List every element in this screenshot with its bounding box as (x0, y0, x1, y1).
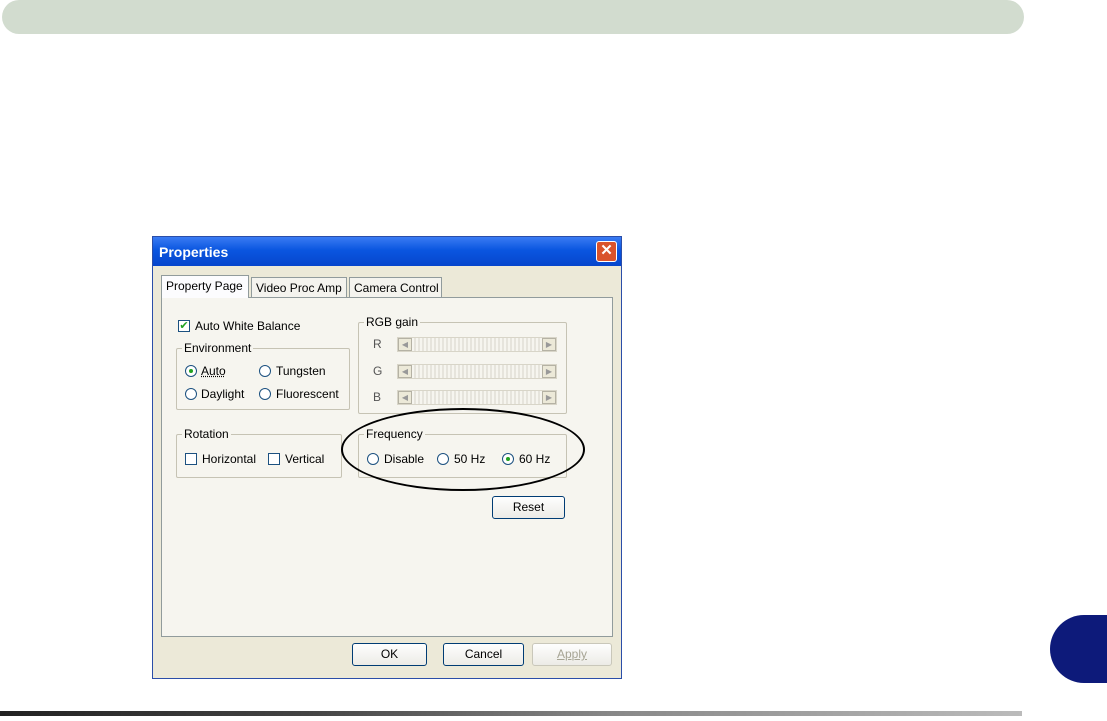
auto-white-balance-label: Auto White Balance (195, 319, 301, 333)
env-fluorescent-label: Fluorescent (276, 387, 339, 401)
chapter-tab-marker (1050, 615, 1107, 683)
environment-legend: Environment (182, 341, 254, 355)
environment-group: Environment Auto Tungsten Daylight Fluor… (176, 341, 350, 410)
rgb-b-label: B (373, 390, 382, 404)
check-icon: ✔ (179, 320, 189, 332)
dialog-title: Properties (159, 244, 229, 260)
close-button[interactable]: ✕ (596, 241, 617, 262)
tab-camera-control[interactable]: Camera Control (349, 277, 442, 297)
rotation-vertical-label: Vertical (285, 452, 325, 466)
close-icon: ✕ (600, 242, 613, 259)
scroll-right-icon[interactable]: ▶ (542, 338, 556, 351)
cancel-button[interactable]: Cancel (443, 643, 524, 666)
scroll-right-icon[interactable]: ▶ (542, 391, 556, 404)
auto-white-balance-checkbox[interactable]: ✔ (178, 320, 190, 332)
scroll-left-icon[interactable]: ◀ (398, 338, 412, 351)
env-tungsten-label: Tungsten (276, 364, 326, 378)
apply-button[interactable]: Apply (532, 643, 612, 666)
rgb-gain-legend: RGB gain (364, 315, 421, 329)
rgb-r-label: R (373, 337, 382, 351)
env-tungsten-radio[interactable] (259, 365, 271, 377)
frequency-highlight-ellipse (341, 408, 585, 491)
rotation-legend: Rotation (182, 427, 231, 441)
tab-property-page[interactable]: Property Page (161, 275, 249, 298)
rotation-group: Rotation Horizontal Vertical (176, 427, 342, 478)
rgb-b-slider[interactable]: ◀ ▶ (397, 390, 557, 405)
ok-button[interactable]: OK (352, 643, 427, 666)
rotation-horizontal-checkbox[interactable] (185, 453, 197, 465)
rgb-r-slider[interactable]: ◀ ▶ (397, 337, 557, 352)
env-daylight-label: Daylight (201, 387, 245, 401)
page-footer-rule (0, 711, 1022, 716)
env-auto-radio[interactable] (185, 365, 197, 377)
tab-video-proc-amp[interactable]: Video Proc Amp (251, 277, 347, 297)
rgb-gain-group: RGB gain R ◀ ▶ G ◀ ▶ B ◀ ▶ (358, 315, 567, 414)
env-daylight-radio[interactable] (185, 388, 197, 400)
dialog-titlebar[interactable]: Properties ✕ (153, 237, 621, 266)
rgb-g-label: G (373, 364, 383, 378)
env-auto-label: Auto (201, 364, 226, 378)
scroll-right-icon[interactable]: ▶ (542, 365, 556, 378)
rotation-vertical-checkbox[interactable] (268, 453, 280, 465)
page-header-bar (2, 0, 1024, 34)
rotation-horizontal-label: Horizontal (202, 452, 257, 466)
rgb-g-slider[interactable]: ◀ ▶ (397, 364, 557, 379)
env-fluorescent-radio[interactable] (259, 388, 271, 400)
reset-button[interactable]: Reset (492, 496, 565, 519)
scroll-left-icon[interactable]: ◀ (398, 365, 412, 378)
scroll-left-icon[interactable]: ◀ (398, 391, 412, 404)
